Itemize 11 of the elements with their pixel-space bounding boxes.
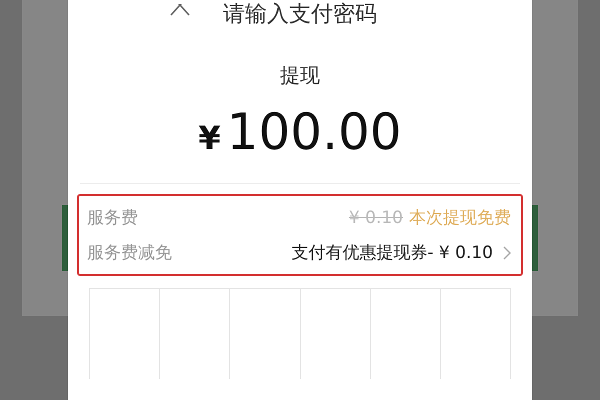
original-fee: ¥ 0.10	[348, 208, 403, 228]
free-note: 本次提现免费	[409, 207, 511, 229]
dialog-title: 请输入支付密码	[223, 1, 377, 29]
password-field[interactable]	[89, 288, 511, 379]
chevron-icon	[503, 246, 511, 260]
amount: 100.00	[226, 103, 402, 161]
currency-symbol: ¥	[198, 119, 221, 157]
fee-label: 服务费	[87, 207, 138, 229]
fee-label: 服务费减免	[87, 242, 172, 264]
payment-purpose: 提现	[280, 62, 320, 89]
coupon-link[interactable]: 支付有优惠提现券- ¥ 0.10	[291, 241, 511, 264]
